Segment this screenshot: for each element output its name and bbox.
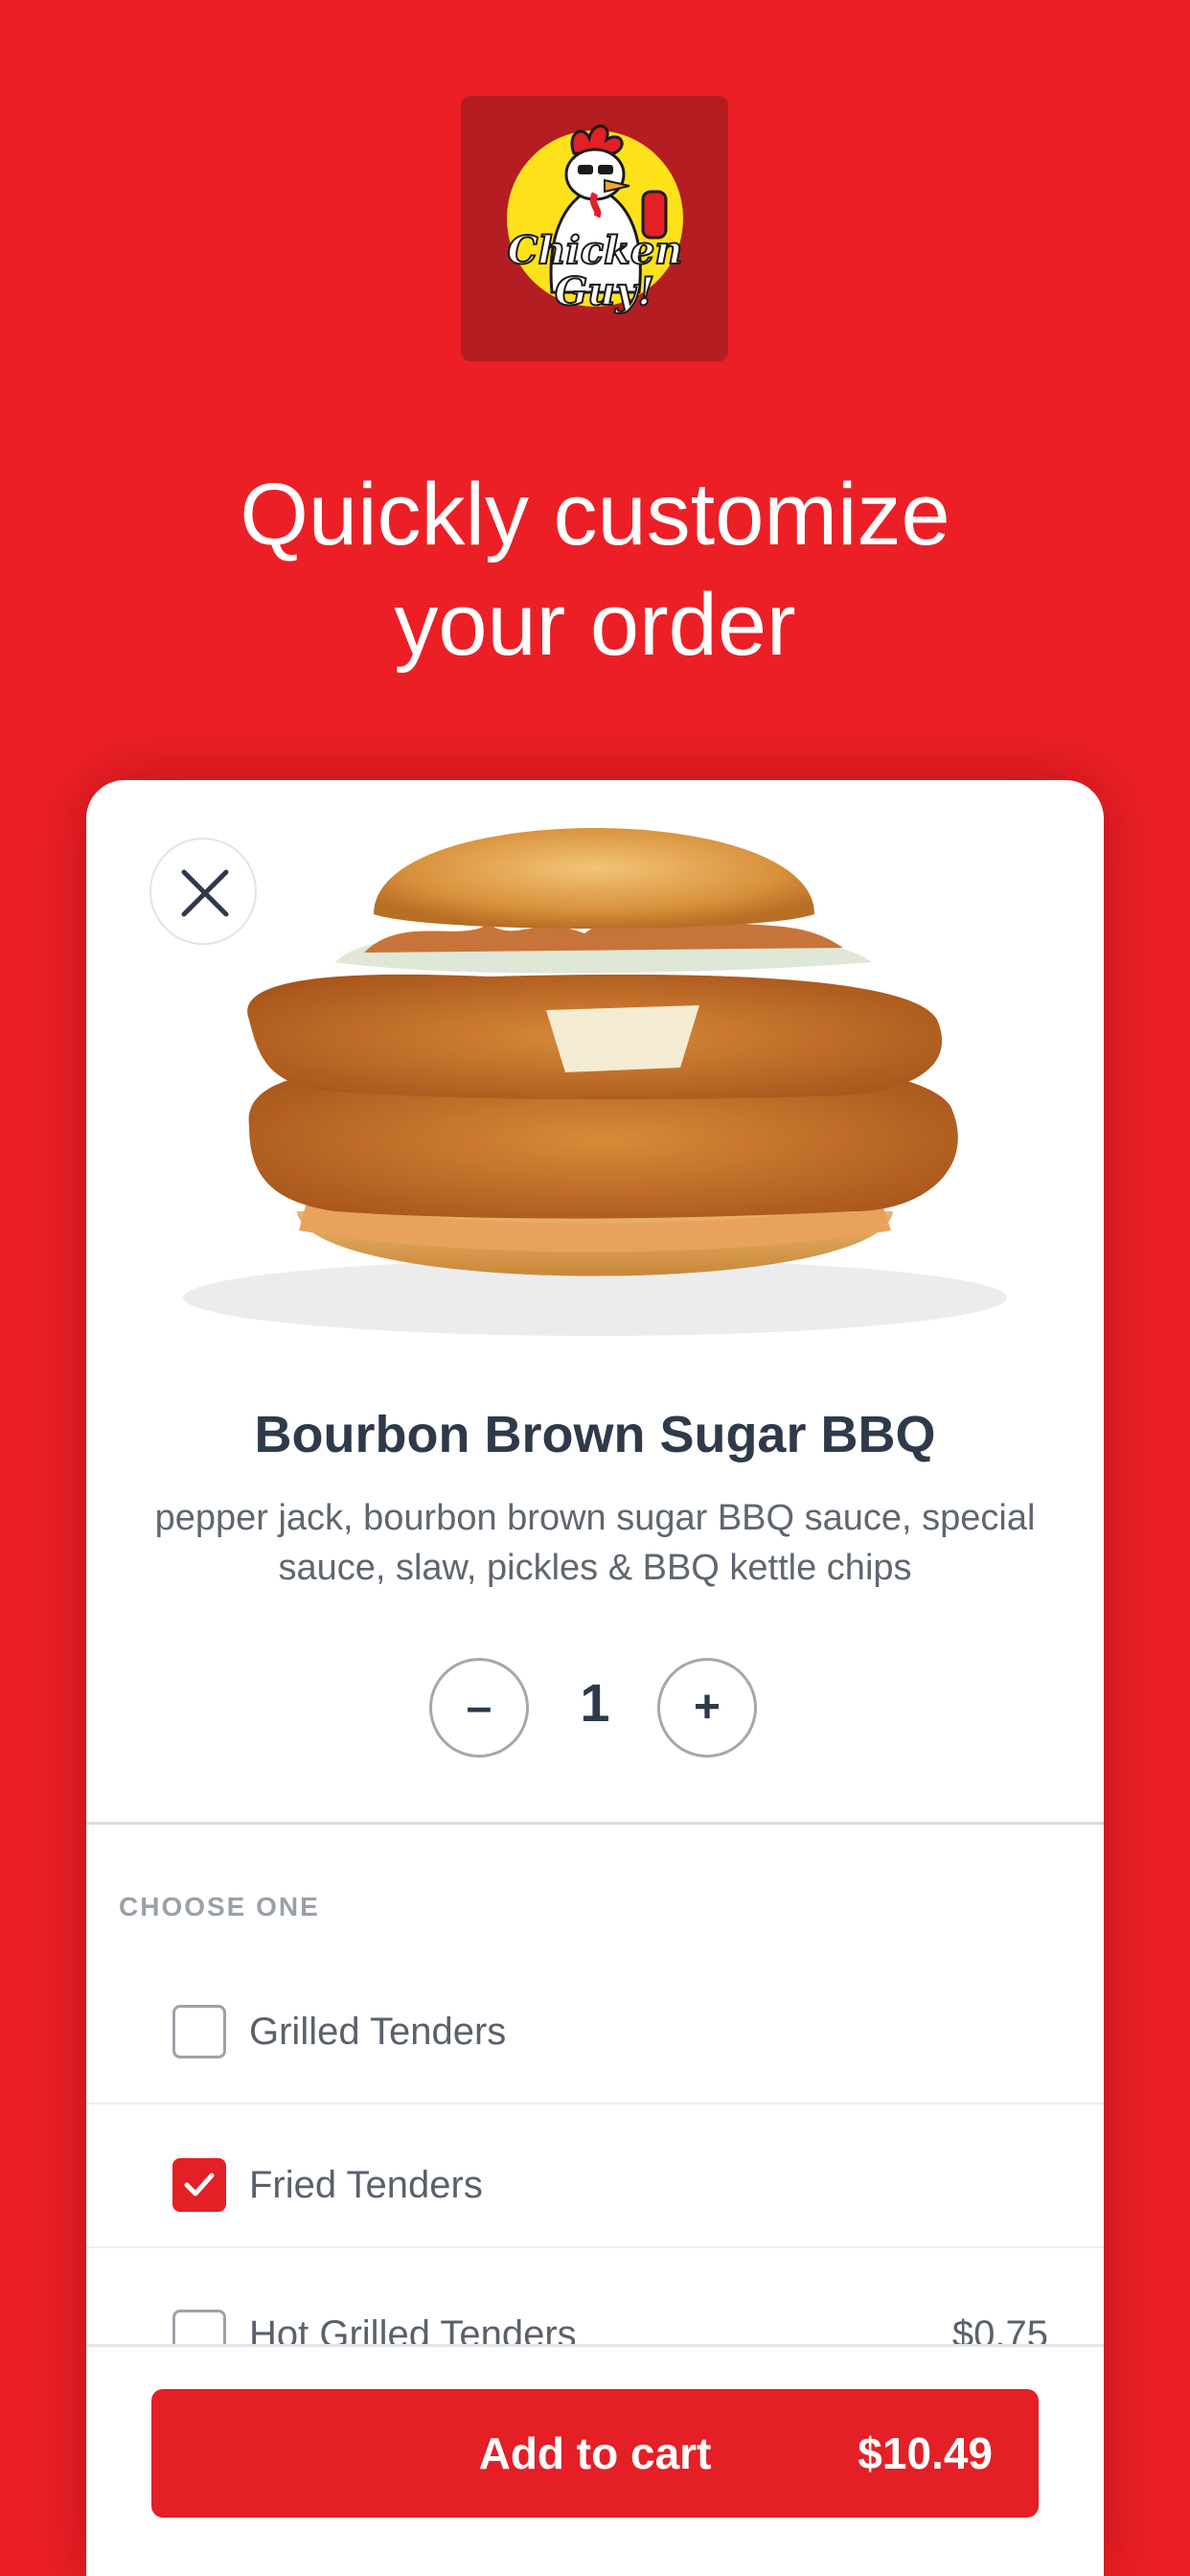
headline-line-1: Quickly customize — [240, 466, 950, 564]
product-description: pepper jack, bourbon brown sugar BBQ sau… — [154, 1498, 1036, 1588]
option-row-fried-tenders[interactable]: Fried Tenders — [86, 2104, 1104, 2248]
option-label: Fried Tenders — [249, 2164, 483, 2206]
cart-total-price: $10.49 — [858, 2428, 993, 2478]
product-customize-card: Bourbon Brown Sugar BBQ pepper jack, bou… — [86, 780, 1104, 2576]
option-row-grilled-tenders[interactable]: Grilled Tenders — [86, 1961, 1104, 2104]
bottom-action-bar: Add to cart $10.49 — [86, 2344, 1104, 2576]
product-name: Bourbon Brown Sugar BBQ — [254, 1406, 936, 1463]
option-checkbox[interactable] — [172, 2005, 226, 2058]
add-to-cart-button[interactable]: Add to cart $10.49 — [151, 2389, 1039, 2518]
logo-text-line1: Chicken — [508, 228, 683, 273]
quantity-increase-button[interactable]: + — [657, 1658, 757, 1758]
option-label: Grilled Tenders — [249, 2011, 507, 2053]
close-icon — [181, 869, 229, 917]
quantity-decrease-button[interactable]: – — [429, 1658, 529, 1758]
brand-logo: Chicken Guy! — [461, 96, 728, 361]
option-checkbox[interactable] — [172, 2158, 226, 2212]
quantity-value: 1 — [580, 1672, 610, 1733]
option-section-label: CHOOSE ONE — [119, 1892, 320, 1921]
close-button[interactable] — [149, 838, 257, 945]
chicken-mascot-logo-icon: Chicken Guy! — [507, 125, 683, 315]
checkmark-icon — [184, 2173, 215, 2196]
logo-text-line2: Guy! — [555, 269, 654, 314]
section-divider — [86, 1822, 1104, 1825]
headline: Quickly customize your order — [0, 460, 1190, 680]
headline-line-2: your order — [394, 576, 796, 674]
